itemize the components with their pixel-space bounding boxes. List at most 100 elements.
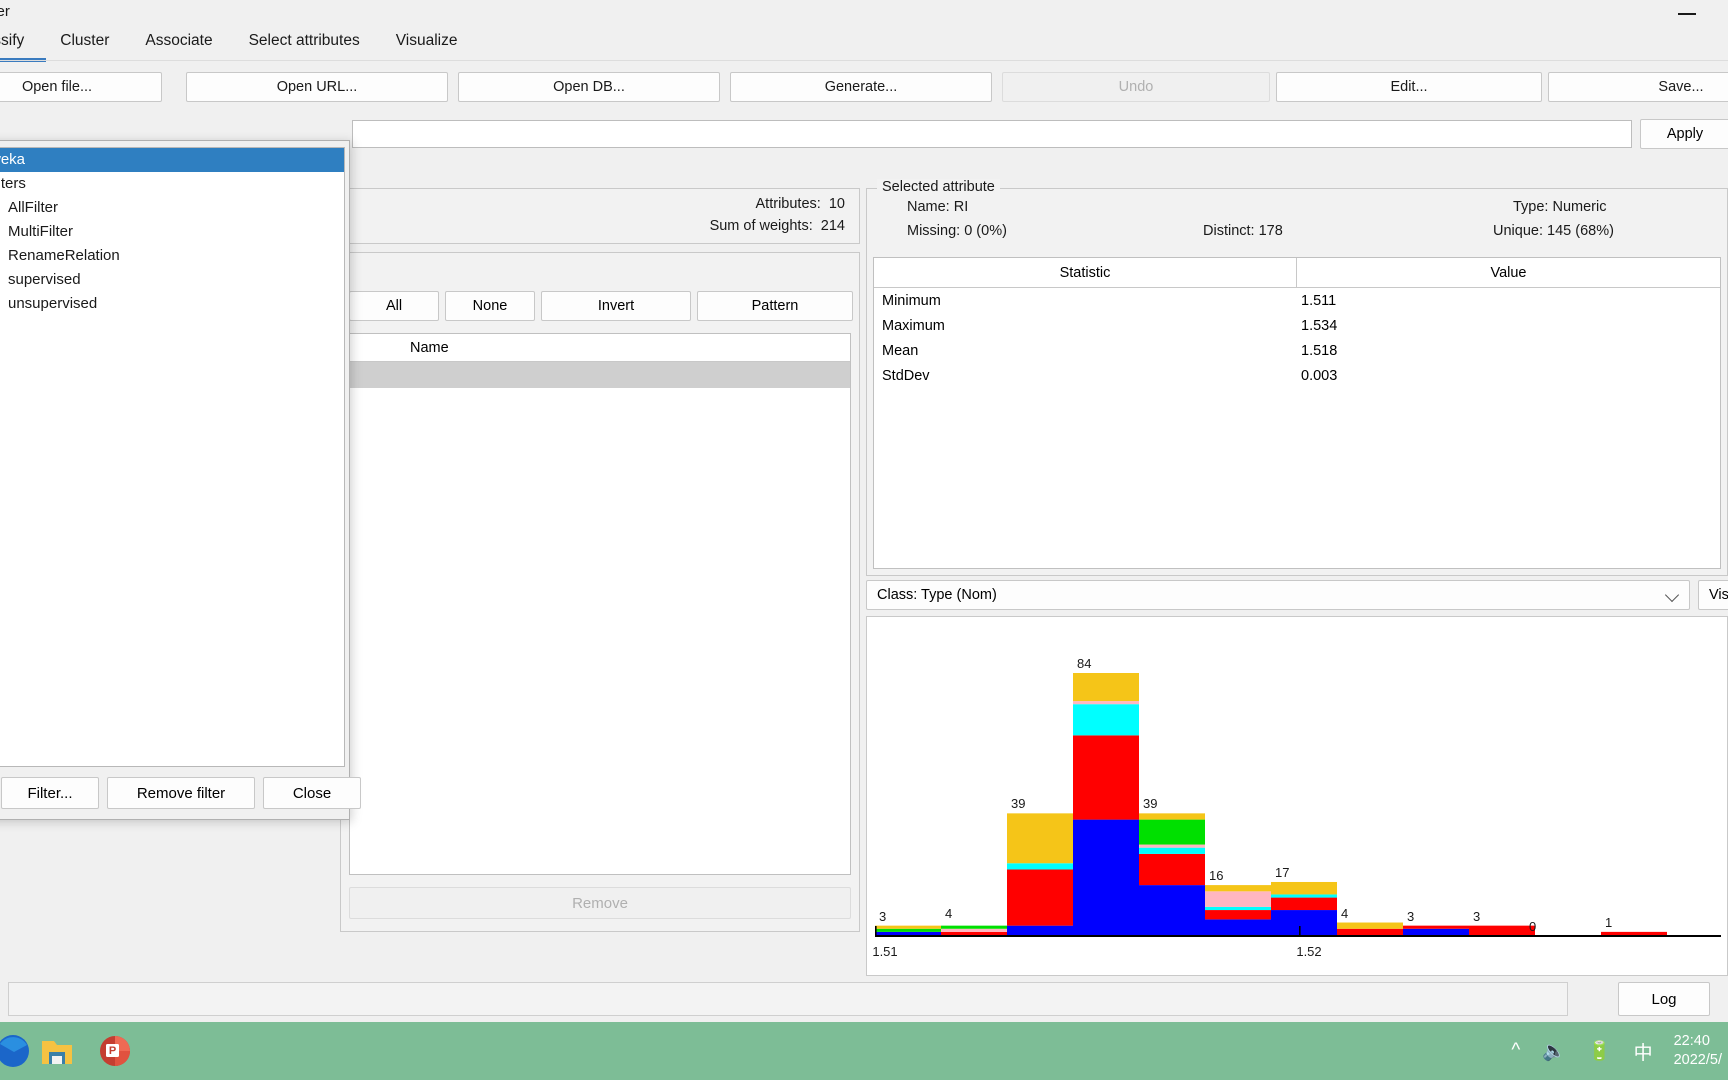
edit-button[interactable]: Edit... bbox=[1276, 72, 1542, 102]
filter-button[interactable]: Filter... bbox=[1, 777, 99, 809]
histogram-segment bbox=[1601, 931, 1667, 935]
attributes-none-button[interactable]: None bbox=[445, 291, 535, 321]
tab-bar: ClassifyClusterAssociateSelect attribute… bbox=[0, 26, 1728, 62]
histogram-segment bbox=[1073, 819, 1139, 935]
filter-tree-item-renamerelation[interactable]: RenameRelation bbox=[0, 244, 344, 268]
attributes-table[interactable]: Name bbox=[349, 333, 851, 875]
histogram-segment bbox=[1205, 885, 1271, 892]
tab-select-attributes[interactable]: Select attributes bbox=[231, 26, 378, 58]
histogram-bar-label: 4 bbox=[1341, 905, 1349, 921]
clock[interactable]: 22:40 2022/5/ bbox=[1674, 1032, 1722, 1070]
attributes-panel: All None Invert Pattern Name Remove bbox=[340, 252, 860, 932]
filter-tree-item-weka[interactable]: weka bbox=[0, 148, 344, 172]
file-explorer-icon[interactable] bbox=[36, 1030, 78, 1072]
sum-weights-value: 214 bbox=[820, 218, 845, 234]
statistic-value: 1.534 bbox=[1301, 317, 1338, 334]
histogram-segment bbox=[1337, 928, 1403, 935]
histogram-segment bbox=[1205, 891, 1271, 907]
histogram-segment bbox=[1007, 925, 1073, 935]
system-tray: ^ 🔈 🔋 中 22:40 2022/5/ bbox=[1500, 1022, 1728, 1080]
close-button[interactable]: Close bbox=[263, 777, 361, 809]
open-url-button[interactable]: Open URL... bbox=[186, 72, 448, 102]
histogram-segment bbox=[1073, 701, 1139, 705]
statistics-row: StdDev 0.003 bbox=[874, 363, 1720, 388]
filter-field[interactable] bbox=[352, 120, 1632, 148]
filter-tree[interactable]: wekafiltersAllFilterMultiFilterRenameRel… bbox=[0, 147, 345, 767]
class-selector-row: Class: Type (Nom) Visualize All bbox=[866, 578, 1728, 614]
histogram-bar-label: 1 bbox=[1605, 914, 1613, 930]
statistic-value: 1.511 bbox=[1301, 292, 1337, 309]
edge-icon[interactable] bbox=[0, 1030, 34, 1072]
histogram-segment bbox=[1073, 673, 1139, 702]
attribute-histogram[interactable]: 3 4 39 84 39 16 17 4 3 3 0 1 1.51 1.52 bbox=[866, 616, 1728, 976]
log-button[interactable]: Log bbox=[1618, 982, 1710, 1016]
tab-classify[interactable]: Classify bbox=[0, 26, 42, 58]
attr-distinct: Distinct: 178 bbox=[1203, 223, 1283, 239]
attributes-all-button[interactable]: All bbox=[349, 291, 439, 321]
remove-filter-button[interactable]: Remove filter bbox=[107, 777, 255, 809]
histogram-segment bbox=[941, 925, 1007, 929]
speaker-icon[interactable]: 🔈 bbox=[1542, 1039, 1566, 1063]
attributes-invert-button[interactable]: Invert bbox=[541, 291, 691, 321]
selected-attribute-panel: Selected attribute Name: RI Missing: 0 (… bbox=[866, 179, 1728, 576]
chevron-down-icon bbox=[1664, 587, 1680, 603]
windows-taskbar: P ^ 🔈 🔋 中 22:40 2022/5/ bbox=[0, 1022, 1728, 1080]
histogram-segment bbox=[1139, 819, 1205, 845]
histogram-segment bbox=[1139, 885, 1205, 935]
histogram-segment bbox=[1205, 906, 1271, 911]
remove-button[interactable]: Remove bbox=[349, 887, 851, 919]
title-bar: xplorer bbox=[0, 0, 1728, 26]
minimize-icon bbox=[1678, 13, 1696, 15]
filter-tree-item-supervised[interactable]: supervised bbox=[0, 268, 344, 292]
powerpoint-icon[interactable]: P bbox=[94, 1030, 136, 1072]
open-file-button[interactable]: Open file... bbox=[0, 72, 162, 102]
histogram-bar-label: 16 bbox=[1209, 868, 1224, 884]
histogram-segment bbox=[1139, 844, 1205, 848]
attr-unique: Unique: 145 (68%) bbox=[1493, 223, 1614, 239]
open-db-button[interactable]: Open DB... bbox=[458, 72, 720, 102]
filter-tree-item-filters[interactable]: filters bbox=[0, 172, 344, 196]
visualize-all-button[interactable]: Visualize All bbox=[1698, 580, 1728, 610]
x-axis-tick bbox=[875, 926, 877, 935]
clock-date: 2022/5/ bbox=[1673, 1052, 1722, 1068]
svg-text:P: P bbox=[109, 1045, 116, 1057]
attributes-column-name: Name bbox=[410, 339, 449, 356]
battery-icon[interactable]: 🔋 bbox=[1588, 1039, 1612, 1063]
filter-tree-item-multifilter[interactable]: MultiFilter bbox=[0, 220, 344, 244]
apply-button[interactable]: Apply bbox=[1640, 119, 1728, 149]
histogram-segment bbox=[1271, 894, 1337, 898]
histogram-segment bbox=[875, 931, 941, 935]
attr-type: Type: Numeric bbox=[1513, 199, 1607, 215]
histogram-bar-label: 39 bbox=[1011, 796, 1026, 812]
selected-attribute-info: Name: RI Missing: 0 (0%) Distinct: 178 T… bbox=[867, 199, 1727, 255]
statistic-name: StdDev bbox=[882, 367, 930, 384]
histogram-segment bbox=[1337, 922, 1403, 929]
filter-tree-item-allfilter[interactable]: AllFilter bbox=[0, 196, 344, 220]
ime-cn-icon[interactable]: 中 bbox=[1634, 1038, 1653, 1065]
minimize-button[interactable] bbox=[1664, 0, 1710, 26]
statistics-row: Mean 1.518 bbox=[874, 338, 1720, 363]
filter-tree-item-unsupervised[interactable]: unsupervised bbox=[0, 292, 344, 316]
attributes-table-header: Name bbox=[350, 334, 850, 362]
attributes-pattern-button[interactable]: Pattern bbox=[697, 291, 853, 321]
statistics-column-statistic: Statistic bbox=[874, 258, 1297, 287]
x-axis-line bbox=[875, 935, 1721, 937]
attributes-label: Attributes: bbox=[755, 196, 821, 212]
window-title: xplorer bbox=[0, 3, 10, 20]
chevron-up-icon[interactable]: ^ bbox=[1511, 1040, 1520, 1062]
class-combo[interactable]: Class: Type (Nom) bbox=[866, 580, 1690, 610]
table-row[interactable] bbox=[350, 362, 850, 388]
relation-counts: Attributes: 10 Sum of weights: 214 bbox=[710, 193, 845, 237]
tab-visualize[interactable]: Visualize bbox=[378, 26, 476, 58]
histogram-segment bbox=[1007, 869, 1073, 926]
histogram-segment bbox=[1271, 897, 1337, 911]
histogram-bar-label: 17 bbox=[1275, 864, 1290, 880]
attr-missing: Missing: 0 (0%) bbox=[907, 223, 1007, 239]
tab-associate[interactable]: Associate bbox=[127, 26, 230, 58]
histogram-bar-label: 0 bbox=[1529, 919, 1537, 934]
histogram-segment bbox=[1073, 735, 1139, 820]
save-button[interactable]: Save... bbox=[1548, 72, 1728, 102]
tab-cluster[interactable]: Cluster bbox=[42, 26, 127, 58]
histogram-segment bbox=[1073, 704, 1139, 736]
generate-button[interactable]: Generate... bbox=[730, 72, 992, 102]
